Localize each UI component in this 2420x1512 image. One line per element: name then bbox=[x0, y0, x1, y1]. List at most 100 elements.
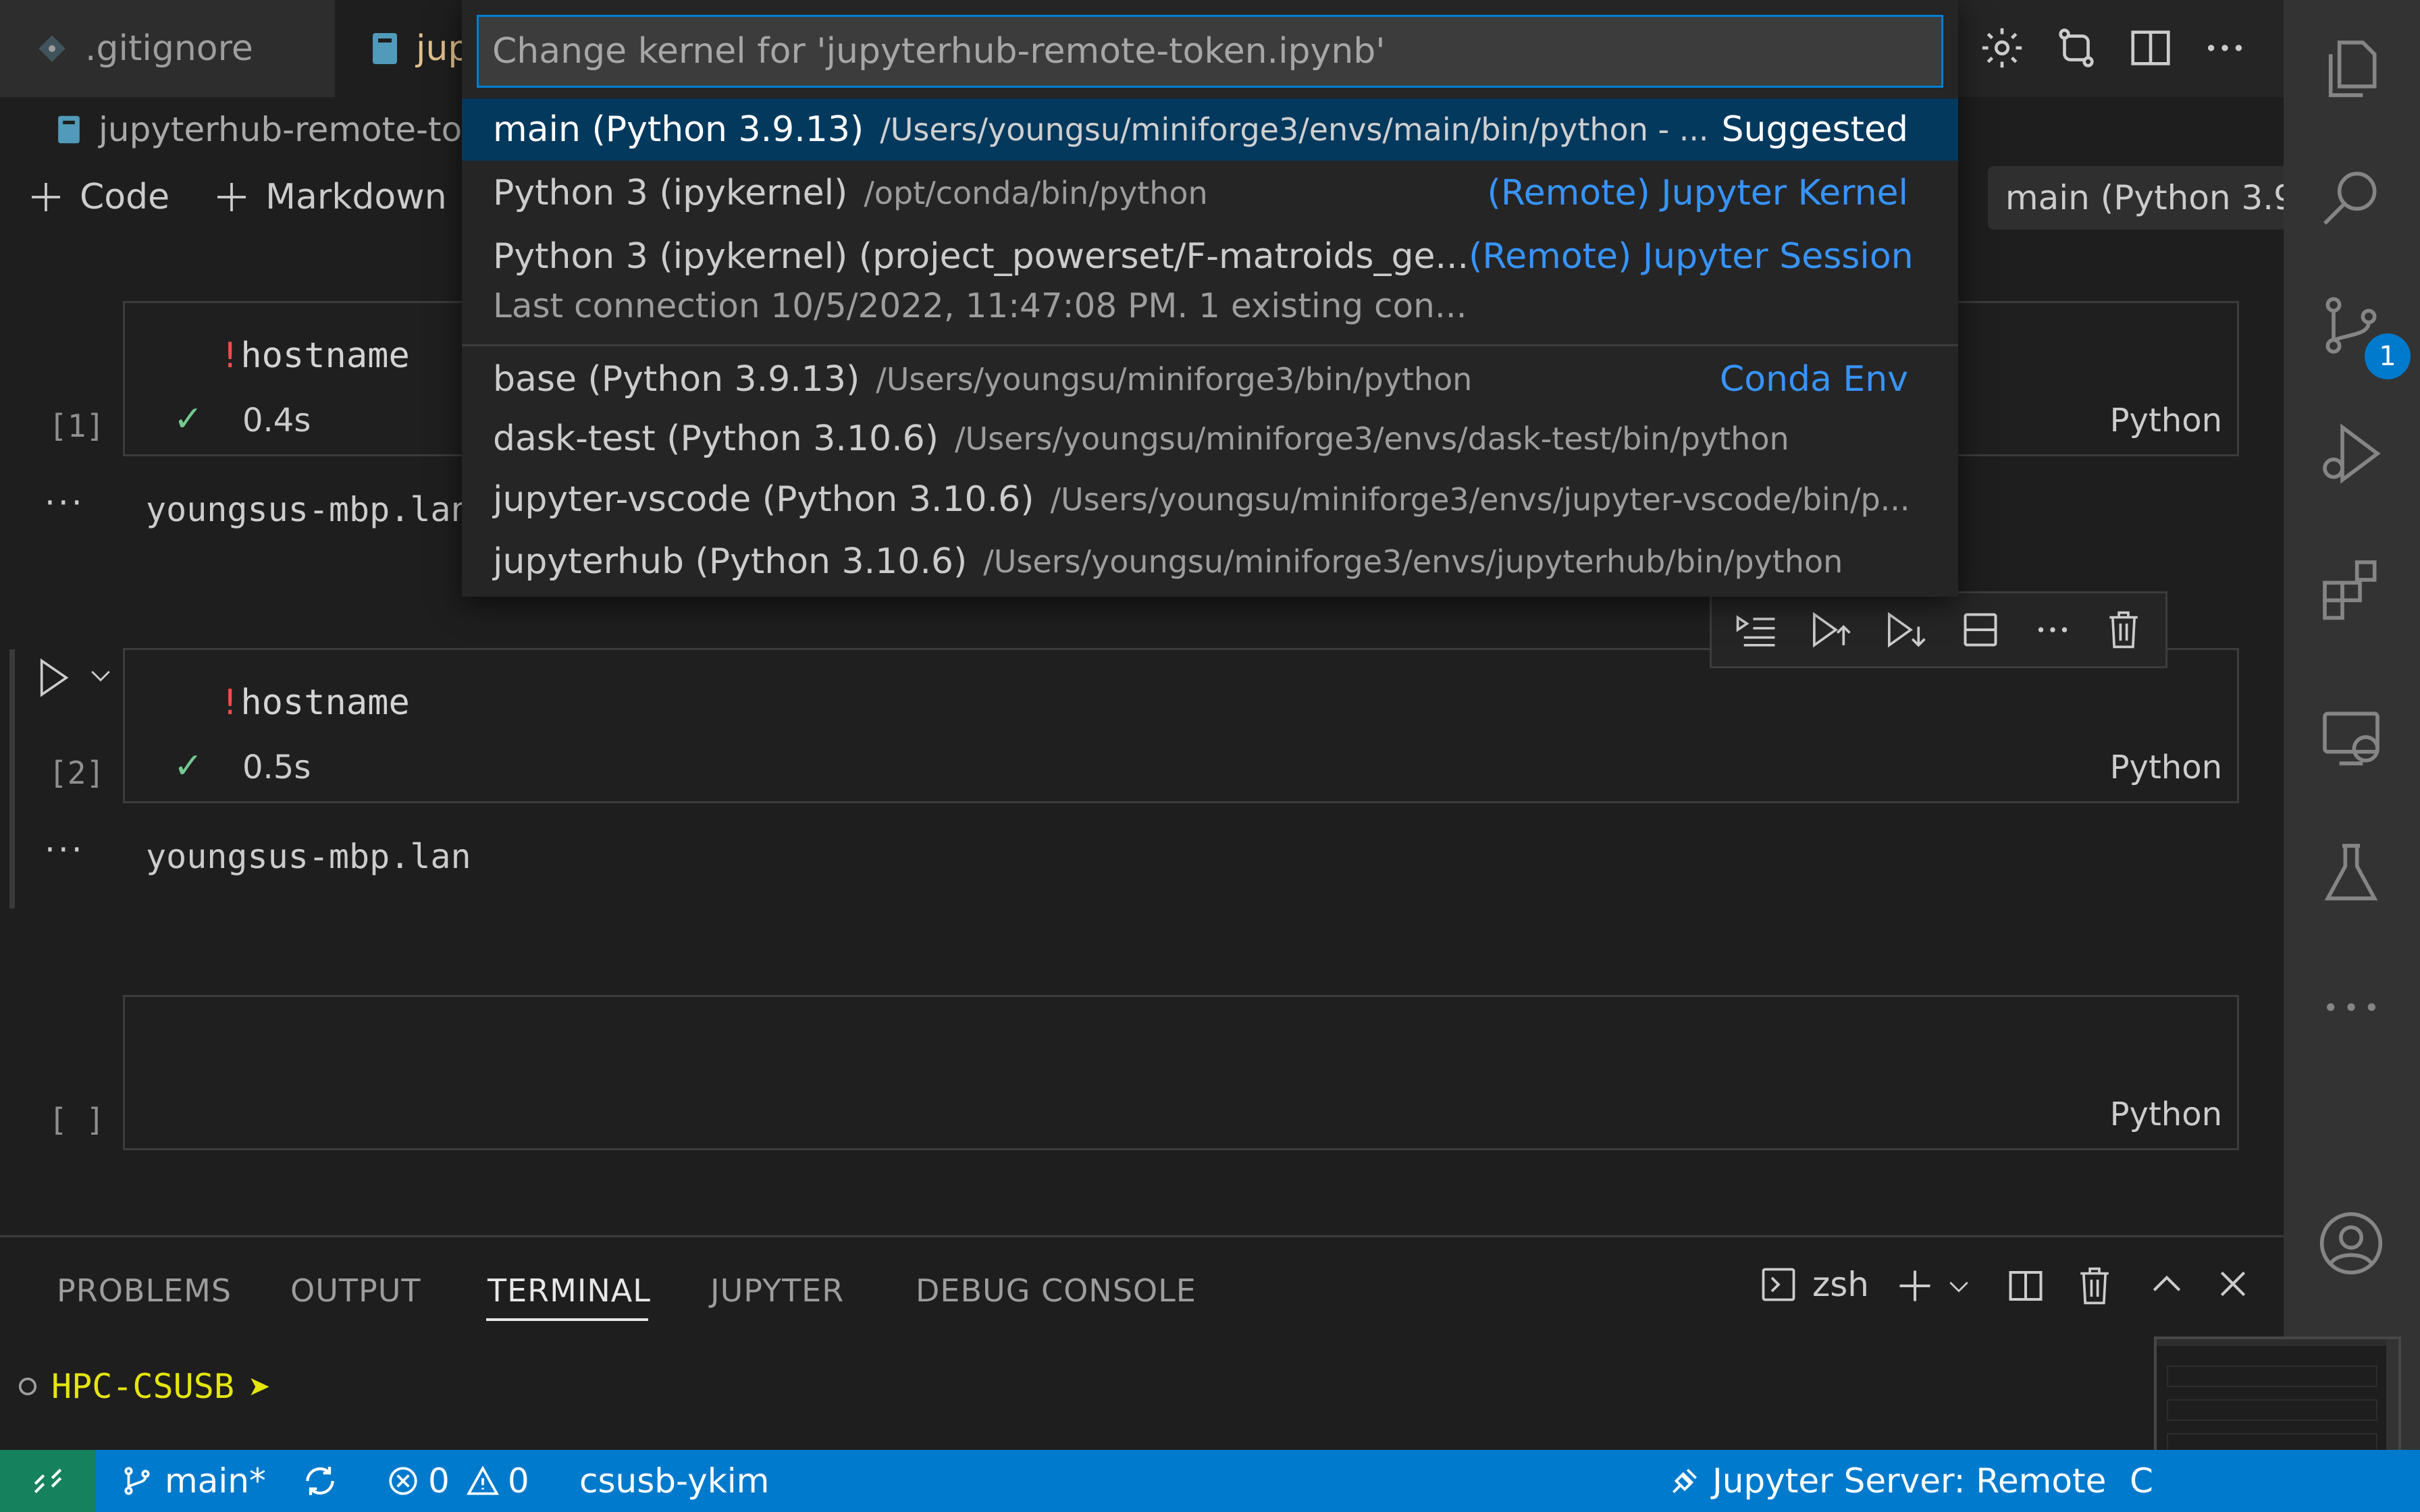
chevron-down-icon[interactable] bbox=[1947, 1279, 1970, 1295]
cell-code[interactable]: !hostname bbox=[219, 335, 410, 376]
warning-count: 0 bbox=[507, 1461, 529, 1501]
execute-above-icon[interactable] bbox=[1810, 608, 1853, 651]
terminal-selector[interactable]: zsh bbox=[1758, 1264, 1869, 1305]
kernel-option-path: /Users/youngsu/miniforge3/envs/main/bin/… bbox=[880, 111, 1709, 148]
run-by-line-icon[interactable] bbox=[1735, 611, 1778, 649]
close-panel-icon[interactable] bbox=[2216, 1267, 2250, 1301]
cell-language[interactable]: Python bbox=[2110, 402, 2222, 439]
kernel-option-label: main (Python 3.9.13) bbox=[493, 109, 864, 150]
run-debug-icon[interactable] bbox=[2316, 418, 2386, 489]
execution-count: [1] bbox=[49, 408, 105, 444]
account-icon[interactable] bbox=[2316, 1208, 2386, 1278]
tab-jupyter[interactable]: JUPYTER bbox=[710, 1272, 844, 1309]
explorer-icon[interactable] bbox=[2316, 34, 2386, 104]
kernel-option-tag: Suggested bbox=[1721, 109, 1908, 150]
kernel-option-label: jupyter-vscode (Python 3.10.6) bbox=[493, 479, 1034, 520]
cell-code[interactable]: !hostname bbox=[219, 682, 410, 723]
split-cell-icon[interactable] bbox=[1960, 610, 2001, 650]
cell-toolbar bbox=[1710, 591, 2167, 668]
tab-output[interactable]: OUTPUT bbox=[290, 1272, 421, 1309]
success-check-icon: ✓ bbox=[174, 746, 203, 786]
kernel-option-detail: Last connection 10/5/2022, 11:47:08 PM. … bbox=[493, 286, 1467, 325]
plus-icon bbox=[217, 183, 246, 211]
add-markdown-cell-button[interactable]: Markdown bbox=[213, 177, 447, 217]
activity-bar: 1 bbox=[2284, 0, 2420, 1450]
branch-indicator[interactable]: main* bbox=[120, 1450, 266, 1512]
kernel-option-tag: Conda Env bbox=[1719, 359, 1908, 400]
more-actions-icon[interactable] bbox=[2201, 24, 2248, 72]
kernel-option-label: base (Python 3.9.13) bbox=[493, 359, 860, 400]
remote-indicator[interactable] bbox=[0, 1450, 96, 1512]
gear-icon[interactable] bbox=[1978, 24, 2026, 72]
run-cell-icon[interactable] bbox=[35, 656, 73, 699]
code-cell-3[interactable]: Python bbox=[123, 995, 2239, 1150]
execute-below-icon[interactable] bbox=[1885, 608, 1928, 651]
cell-language[interactable]: Python bbox=[2110, 1096, 2222, 1133]
kernel-option[interactable]: main (Python 3.9.13) /Users/youngsu/mini… bbox=[462, 99, 1958, 161]
jupyter-server-label: Jupyter Server: Remote bbox=[1712, 1461, 2107, 1501]
kernel-quick-pick: main (Python 3.9.13) /Users/youngsu/mini… bbox=[462, 0, 1958, 597]
error-icon bbox=[389, 1467, 417, 1495]
more-actions-icon[interactable] bbox=[2032, 610, 2073, 650]
more-views-icon[interactable] bbox=[2316, 972, 2386, 1042]
maximize-panel-chevron-up-icon[interactable] bbox=[2150, 1270, 2184, 1297]
tab-problems[interactable]: PROBLEMS bbox=[57, 1272, 232, 1309]
kernel-option[interactable]: base (Python 3.9.13) /Users/youngsu/mini… bbox=[462, 348, 1958, 410]
kernel-option-label: dask-test (Python 3.10.6) bbox=[493, 418, 939, 459]
search-icon[interactable] bbox=[2316, 162, 2386, 232]
status-truncated-label: C bbox=[2130, 1461, 2153, 1501]
tab-debug-console[interactable]: DEBUG CONSOLE bbox=[916, 1272, 1196, 1309]
execution-time: 0.5s bbox=[242, 749, 311, 786]
error-count: 0 bbox=[428, 1461, 450, 1501]
terminal-prompt[interactable]: HPC-CSUSB ➤ bbox=[18, 1367, 270, 1406]
kernel-option[interactable]: jupyter-vscode (Python 3.10.6) /Users/yo… bbox=[462, 468, 1958, 531]
git-branch-icon bbox=[124, 1467, 150, 1495]
code-cell-2[interactable]: !hostname ✓ 0.5s Python bbox=[123, 648, 2239, 803]
prompt-circle-icon bbox=[18, 1377, 37, 1396]
kill-terminal-trash-icon[interactable] bbox=[2076, 1266, 2113, 1306]
output-more-icon[interactable]: ··· bbox=[45, 483, 85, 522]
kernel-option-path: /Users/youngsu/miniforge3/envs/jupyterhu… bbox=[983, 543, 1843, 580]
tab-gitignore[interactable]: .gitignore bbox=[0, 0, 335, 97]
kernel-option-label: jupyterhub (Python 3.10.6) bbox=[493, 541, 968, 582]
kernel-option[interactable]: Python 3 (ipykernel) (project_powerset/F… bbox=[462, 225, 1958, 288]
status-truncated-item[interactable]: C bbox=[2130, 1450, 2153, 1512]
kernel-option-tag: (Remote) Jupyter Session bbox=[1469, 236, 1914, 277]
add-code-cell-button[interactable]: Code bbox=[27, 177, 169, 217]
testing-flask-icon[interactable] bbox=[2316, 837, 2386, 907]
tab-terminal[interactable]: TERMINAL bbox=[488, 1272, 651, 1309]
split-terminal-icon[interactable] bbox=[2005, 1266, 2046, 1306]
notebook-icon bbox=[371, 32, 398, 65]
notebook-icon bbox=[57, 115, 81, 144]
cell-focus-indicator bbox=[9, 649, 15, 909]
problems-indicator[interactable]: 0 0 bbox=[386, 1450, 529, 1512]
split-editor-icon[interactable] bbox=[2127, 24, 2174, 72]
add-markdown-label: Markdown bbox=[265, 177, 447, 217]
execution-count: [ ] bbox=[49, 1102, 105, 1138]
chevron-down-icon[interactable] bbox=[89, 668, 112, 684]
scm-badge: 1 bbox=[2365, 333, 2411, 379]
kernel-option[interactable]: Python 3 (ipykernel) /opt/conda/bin/pyth… bbox=[462, 162, 1958, 224]
bottom-panel: PROBLEMS OUTPUT TERMINAL JUPYTER DEBUG C… bbox=[0, 1235, 2284, 1450]
shell-name: zsh bbox=[1812, 1265, 1869, 1304]
success-check-icon: ✓ bbox=[174, 399, 203, 439]
execution-time: 0.4s bbox=[242, 402, 311, 439]
sync-icon[interactable] bbox=[301, 1450, 339, 1512]
prompt-host: HPC-CSUSB bbox=[51, 1367, 234, 1406]
compare-changes-icon[interactable] bbox=[2053, 24, 2100, 72]
kernel-option[interactable]: dask-test (Python 3.10.6) /Users/youngsu… bbox=[462, 408, 1958, 470]
user-indicator[interactable]: csusb-ykim bbox=[579, 1450, 769, 1512]
extensions-icon[interactable] bbox=[2316, 554, 2386, 624]
kernel-option-path: /opt/conda/bin/python bbox=[864, 175, 1208, 211]
kernel-search-input[interactable] bbox=[477, 15, 1943, 88]
new-terminal-icon[interactable] bbox=[1895, 1266, 1935, 1306]
kernel-option-tag: (Remote) Jupyter Kernel bbox=[1487, 173, 1908, 213]
remote-explorer-icon[interactable] bbox=[2316, 702, 2386, 772]
output-more-icon[interactable]: ··· bbox=[45, 830, 85, 869]
prompt-arrow-icon: ➤ bbox=[247, 1371, 271, 1402]
tab-label: .gitignore bbox=[85, 28, 253, 69]
jupyter-server-indicator[interactable]: Jupyter Server: Remote bbox=[1668, 1450, 2106, 1512]
cell-language[interactable]: Python bbox=[2110, 749, 2222, 786]
trash-icon[interactable] bbox=[2105, 610, 2142, 650]
kernel-option[interactable]: jupyterhub (Python 3.10.6) /Users/youngs… bbox=[462, 531, 1958, 593]
